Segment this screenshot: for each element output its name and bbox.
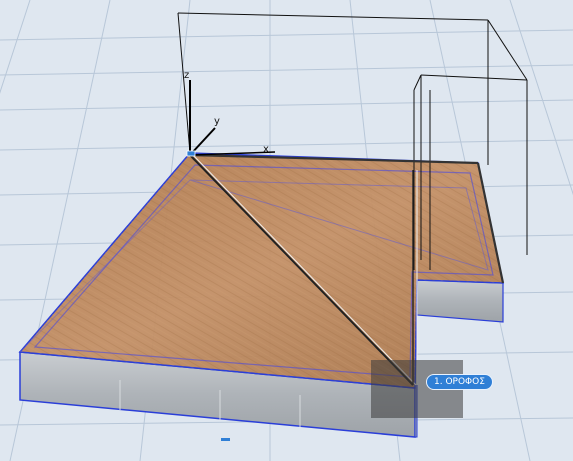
slab-top[interactable]: [18, 152, 504, 389]
axis-y-label: y: [214, 116, 220, 127]
3d-viewport[interactable]: z y x 1. ΟΡΟΦΟΣ: [0, 0, 573, 461]
axis-z-label: z: [184, 70, 189, 81]
axis-gizmo: z y x: [184, 70, 276, 157]
story-label-tag[interactable]: 1. ΟΡΟΦΟΣ: [426, 374, 493, 390]
axis-x-label: x: [263, 144, 269, 155]
3d-scene[interactable]: z y x: [0, 0, 573, 461]
grip-handle[interactable]: [221, 438, 230, 441]
origin-marker[interactable]: [186, 150, 196, 157]
